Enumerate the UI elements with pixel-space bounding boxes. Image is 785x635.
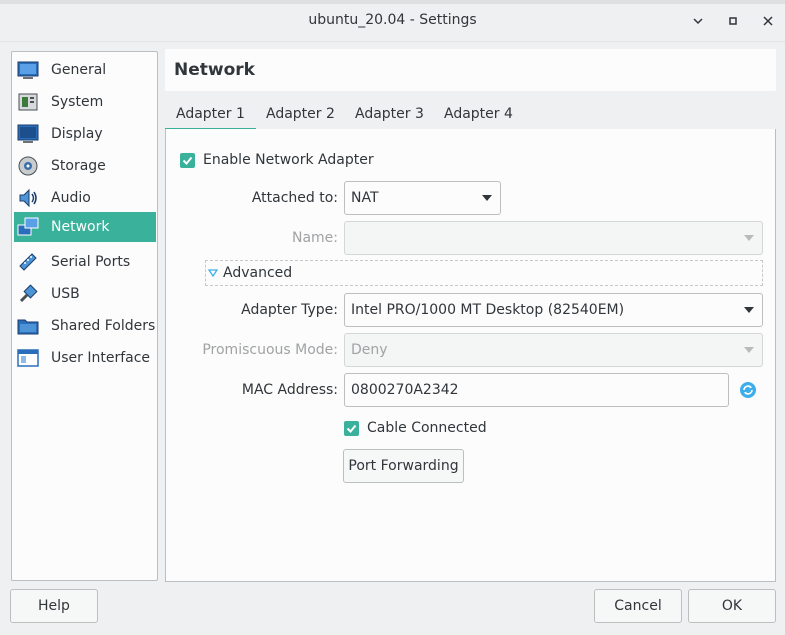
shared-folders-icon bbox=[16, 315, 40, 337]
chevron-down-icon bbox=[744, 307, 754, 313]
close-button[interactable] bbox=[758, 11, 778, 31]
title-bar-top-strip bbox=[0, 0, 785, 4]
system-icon bbox=[16, 91, 40, 113]
chevron-down-icon bbox=[744, 347, 754, 353]
close-icon bbox=[763, 16, 773, 26]
regenerate-mac-button[interactable] bbox=[739, 381, 757, 399]
name-label: Name: bbox=[291, 230, 338, 246]
attached-to-select[interactable]: NAT bbox=[344, 181, 501, 215]
sidebar-item-general[interactable]: General bbox=[14, 55, 156, 85]
sidebar-item-label: User Interface bbox=[51, 350, 151, 366]
maximize-button[interactable] bbox=[723, 11, 743, 31]
chevron-down-icon bbox=[744, 235, 754, 241]
advanced-toggle[interactable]: Advanced bbox=[205, 260, 763, 286]
adapter-type-label: Adapter Type: bbox=[241, 302, 338, 318]
title-bar: ubuntu_20.04 - Settings bbox=[0, 0, 785, 42]
chevron-down-icon bbox=[482, 195, 492, 201]
mac-address-field[interactable]: 0800270A2342 bbox=[344, 373, 729, 407]
cable-connected-label: Cable Connected bbox=[367, 420, 487, 436]
settings-sidebar: General System Display Storage Audio Net… bbox=[11, 51, 158, 581]
window-title: ubuntu_20.04 - Settings bbox=[308, 12, 477, 28]
display-icon bbox=[16, 123, 40, 145]
sidebar-item-label: Storage bbox=[51, 158, 106, 174]
usb-icon bbox=[16, 283, 40, 305]
checkmark-icon bbox=[182, 156, 193, 165]
port-forwarding-button[interactable]: Port Forwarding bbox=[343, 449, 464, 483]
storage-icon bbox=[16, 155, 40, 177]
sidebar-item-label: System bbox=[51, 94, 104, 110]
advanced-label: Advanced bbox=[223, 265, 293, 281]
adapter-type-value: Intel PRO/1000 MT Desktop (82540EM) bbox=[351, 302, 625, 318]
promiscuous-mode-label: Promiscuous Mode: bbox=[202, 342, 338, 358]
sidebar-item-display[interactable]: Display bbox=[14, 119, 156, 149]
sidebar-item-label: Serial Ports bbox=[51, 254, 131, 270]
sidebar-item-label: Shared Folders bbox=[51, 318, 156, 334]
promiscuous-mode-value: Deny bbox=[351, 342, 388, 358]
sidebar-item-audio[interactable]: Audio bbox=[14, 183, 156, 213]
sidebar-item-system[interactable]: System bbox=[14, 87, 156, 117]
checkmark-icon bbox=[346, 424, 357, 433]
sidebar-item-network[interactable]: Network bbox=[14, 212, 156, 242]
mac-address-label: MAC Address: bbox=[241, 382, 338, 398]
enable-network-adapter-label: Enable Network Adapter bbox=[203, 152, 374, 168]
enable-network-adapter-checkbox[interactable] bbox=[180, 153, 195, 168]
minimize-button[interactable] bbox=[688, 11, 708, 31]
refresh-icon bbox=[740, 382, 756, 398]
tab-adapter-1[interactable]: Adapter 1 bbox=[165, 100, 256, 130]
sidebar-item-label: Network bbox=[51, 219, 110, 235]
minimize-icon bbox=[693, 18, 703, 25]
tab-adapter-2[interactable]: Adapter 2 bbox=[255, 100, 346, 130]
sidebar-item-usb[interactable]: USB bbox=[14, 279, 156, 309]
triangle-down-icon bbox=[208, 269, 218, 277]
page-header: Network bbox=[165, 49, 776, 91]
network-settings-main: Network Adapter 1 Adapter 2 Adapter 3 Ad… bbox=[165, 49, 776, 582]
mac-address-value: 0800270A2342 bbox=[351, 382, 459, 398]
sidebar-item-label: General bbox=[51, 62, 107, 78]
sidebar-item-label: USB bbox=[51, 286, 80, 302]
attached-to-value: NAT bbox=[351, 190, 379, 206]
promiscuous-mode-select: Deny bbox=[344, 333, 763, 367]
sidebar-item-storage[interactable]: Storage bbox=[14, 151, 156, 181]
adapter-tabs: Adapter 1 Adapter 2 Adapter 3 Adapter 4 bbox=[165, 100, 776, 130]
maximize-icon bbox=[729, 17, 737, 25]
cancel-button[interactable]: Cancel bbox=[594, 589, 682, 623]
tab-adapter-3[interactable]: Adapter 3 bbox=[344, 100, 435, 130]
adapter-type-select[interactable]: Intel PRO/1000 MT Desktop (82540EM) bbox=[344, 293, 763, 327]
user-interface-icon bbox=[16, 347, 40, 369]
sidebar-item-user-interface[interactable]: User Interface bbox=[14, 343, 156, 373]
general-icon bbox=[16, 59, 40, 81]
network-icon bbox=[16, 216, 40, 238]
serial-ports-icon bbox=[16, 251, 40, 273]
audio-icon bbox=[16, 187, 40, 209]
sidebar-item-label: Audio bbox=[51, 190, 91, 206]
name-select bbox=[344, 221, 763, 255]
ok-button[interactable]: OK bbox=[688, 589, 776, 623]
adapter-panel: Enable Network Adapter Attached to: NAT … bbox=[165, 129, 776, 582]
sidebar-item-shared-folders[interactable]: Shared Folders bbox=[14, 311, 156, 341]
sidebar-item-serial-ports[interactable]: Serial Ports bbox=[14, 247, 156, 277]
help-button[interactable]: Help bbox=[10, 589, 98, 623]
cable-connected-checkbox[interactable] bbox=[344, 421, 359, 436]
page-title: Network bbox=[174, 60, 255, 80]
attached-to-label: Attached to: bbox=[251, 190, 338, 206]
sidebar-item-label: Display bbox=[51, 126, 103, 142]
tab-adapter-4[interactable]: Adapter 4 bbox=[433, 100, 524, 130]
